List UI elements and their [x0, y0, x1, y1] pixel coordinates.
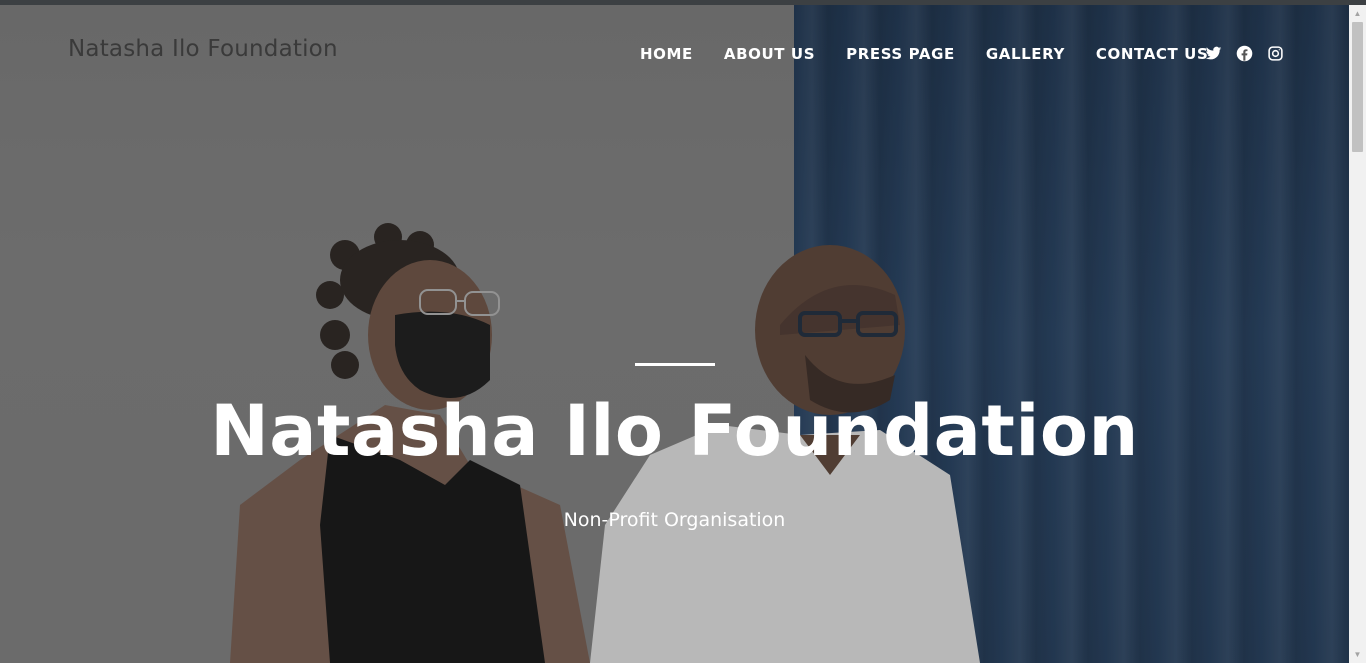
hero-divider [635, 363, 715, 366]
social-links [1205, 45, 1284, 62]
nav-home[interactable]: HOME [640, 45, 693, 63]
twitter-icon[interactable] [1205, 45, 1222, 62]
nav-gallery[interactable]: GALLERY [986, 45, 1065, 63]
instagram-icon[interactable] [1267, 45, 1284, 62]
nav-about-us[interactable]: ABOUT US [724, 45, 815, 63]
hero-section: Natasha Ilo Foundation HOME ABOUT US PRE… [0, 5, 1349, 663]
site-title[interactable]: Natasha Ilo Foundation [68, 36, 338, 62]
main-nav: HOME ABOUT US PRESS PAGE GALLERY CONTACT… [640, 45, 1239, 63]
scrollbar-thumb[interactable] [1352, 22, 1363, 152]
vertical-scrollbar[interactable]: ▲ ▼ [1349, 5, 1366, 663]
nav-press-page[interactable]: PRESS PAGE [846, 45, 955, 63]
facebook-icon[interactable] [1236, 45, 1253, 62]
hero-subtitle: Non-Profit Organisation [563, 509, 786, 531]
nav-contact-us[interactable]: CONTACT US [1096, 45, 1208, 63]
hero-title: Natasha Ilo Foundation [210, 390, 1139, 472]
hero-overlay [0, 5, 1349, 663]
scroll-up-arrow-icon[interactable]: ▲ [1349, 5, 1366, 22]
scroll-down-arrow-icon[interactable]: ▼ [1349, 646, 1366, 663]
